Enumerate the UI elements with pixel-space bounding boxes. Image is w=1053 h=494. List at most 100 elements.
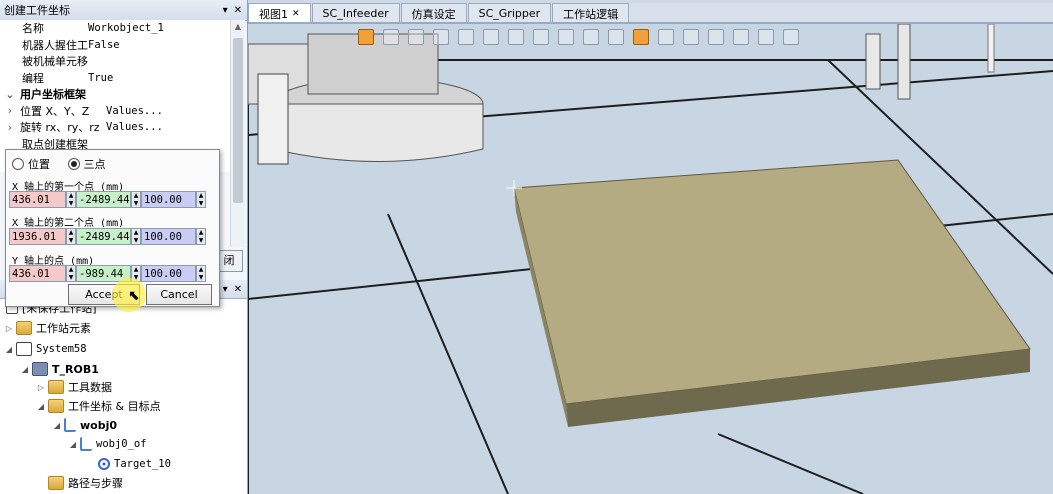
gripper-plate: [272, 103, 484, 162]
select-surface-icon[interactable]: [483, 29, 499, 45]
pin-icon[interactable]: ▾: [223, 5, 228, 16]
tab-3[interactable]: SC_Gripper: [467, 3, 552, 23]
collapse-arrow-icon[interactable]: ◢: [20, 365, 30, 374]
expand-icon[interactable]: ›: [0, 121, 20, 134]
measure-angle-icon[interactable]: [658, 29, 674, 45]
close-icon[interactable]: ✕: [234, 284, 242, 295]
p1-x-input[interactable]: 436.01: [9, 191, 66, 208]
select-group-icon[interactable]: [558, 29, 574, 45]
spin-icon[interactable]: ▲ ▼: [131, 191, 141, 208]
expand-icon[interactable]: ›: [0, 104, 20, 117]
folder-icon: [48, 380, 64, 394]
gripper-finger: [257, 73, 289, 165]
property-value[interactable]: Values...: [106, 121, 163, 133]
spin-icon[interactable]: ▲ ▼: [66, 228, 76, 245]
panel-title: 创建工件坐标: [4, 4, 70, 17]
collapse-arrow-icon[interactable]: ◢: [36, 402, 46, 411]
property-row[interactable]: 编程 True: [0, 70, 230, 87]
radio-icon[interactable]: [12, 158, 24, 170]
property-row[interactable]: ⌄ 用户坐标框架: [0, 86, 230, 103]
post: [897, 24, 911, 100]
line-icon[interactable]: [733, 29, 749, 45]
vertical-scrollbar[interactable]: ▲: [230, 20, 245, 247]
radio-position[interactable]: 位置: [12, 156, 50, 172]
tree-wobj0[interactable]: wobj0: [80, 419, 117, 432]
select-body-icon[interactable]: [508, 29, 524, 45]
tree-target[interactable]: Target_10: [114, 458, 171, 470]
scroll-thumb[interactable]: [233, 38, 243, 203]
radio-position-label: 位置: [28, 158, 50, 171]
p2-z-input[interactable]: 100.00: [141, 228, 196, 245]
spin-icon[interactable]: ▲ ▼: [196, 265, 206, 282]
pin-icon[interactable]: ▾: [223, 284, 228, 295]
property-value[interactable]: True: [88, 72, 113, 84]
collapse-arrow-icon[interactable]: ◢: [4, 345, 14, 354]
collapse-icon[interactable]: ⌄: [0, 88, 20, 101]
folder-icon: [16, 321, 32, 335]
radio-checked-icon[interactable]: [67, 158, 80, 170]
expand-arrow-icon[interactable]: ▷: [4, 324, 14, 333]
tab-0[interactable]: 视图1 ✕: [248, 3, 311, 23]
select-mechanism-icon[interactable]: [583, 29, 599, 45]
tree-system[interactable]: System58: [36, 343, 87, 355]
point3-row: 436.01 ▲ ▼ -989.44 ▲ ▼ 100.00 ▲ ▼: [9, 265, 206, 282]
tree-wobj0-of[interactable]: wobj0_of: [96, 438, 147, 450]
collapse-arrow-icon[interactable]: ◢: [52, 421, 62, 430]
workobject-icon: [64, 418, 76, 432]
property-row[interactable]: › 位置 X、Y、Z Values...: [0, 103, 230, 120]
collapse-arrow-icon[interactable]: ◢: [68, 440, 78, 449]
3d-viewport[interactable]: [248, 24, 1053, 494]
p2-x-input[interactable]: 1936.01: [9, 228, 66, 245]
cancel-button[interactable]: Cancel: [146, 284, 212, 305]
mouse-cursor-icon: ⬉: [128, 288, 140, 304]
snap-grid-icon[interactable]: [433, 29, 449, 45]
close-icon[interactable]: ✕: [234, 5, 242, 16]
spin-icon[interactable]: ▲ ▼: [66, 265, 76, 282]
label-x2: X 轴上的第二个点 (mm): [12, 218, 125, 229]
property-row[interactable]: › 旋转 rx、ry、rz Values...: [0, 119, 230, 136]
property-key: 机器人握住工件: [22, 38, 88, 52]
select-curve-icon[interactable]: [458, 29, 474, 45]
stop-icon[interactable]: [783, 29, 799, 45]
tab-2[interactable]: 仿真设定: [400, 3, 467, 23]
snap-edge-icon[interactable]: [408, 29, 424, 45]
spin-icon[interactable]: ▲ ▼: [66, 191, 76, 208]
p3-z-input[interactable]: 100.00: [141, 265, 196, 282]
expand-arrow-icon[interactable]: ▷: [36, 383, 46, 392]
tree-rob[interactable]: T_ROB1: [52, 363, 99, 376]
property-row[interactable]: 机器人握住工件False: [0, 37, 230, 54]
spin-icon[interactable]: ▲ ▼: [131, 228, 141, 245]
document-tabs: 视图1 ✕ SC_Infeeder 仿真设定 SC_Gripper 工作站逻辑: [248, 3, 1053, 23]
p1-z-input[interactable]: 100.00: [141, 191, 196, 208]
p2-y-input[interactable]: -2489.44: [76, 228, 131, 245]
spin-icon[interactable]: ▲ ▼: [196, 191, 206, 208]
tree-tooldata[interactable]: 工具数据: [68, 379, 112, 395]
property-row[interactable]: 名称 Workobject_1: [0, 20, 230, 37]
property-value[interactable]: Values...: [106, 105, 163, 117]
workobject-icon: [80, 437, 92, 451]
p1-y-input[interactable]: -2489.44: [76, 191, 131, 208]
select-target-icon[interactable]: [608, 29, 624, 45]
tab-close-icon[interactable]: ✕: [292, 9, 300, 19]
snap-object-icon[interactable]: [358, 29, 374, 45]
tab-4[interactable]: 工作站逻辑: [552, 3, 630, 23]
rotate-icon[interactable]: [758, 29, 774, 45]
radio-three-points[interactable]: 三点: [67, 156, 106, 172]
panel-titlebar: 创建工件坐标 ▾ ✕: [0, 0, 247, 21]
tree-workobjects[interactable]: 工件坐标 & 目标点: [68, 398, 161, 414]
measure-distance-icon[interactable]: [708, 29, 724, 45]
station-tree: [未保存工作站] ▷ 工作站元素 ◢ System58 ◢ T_ROB1 ▷ 工具数据 …: [0, 299, 247, 494]
property-value[interactable]: False: [88, 39, 120, 51]
spin-icon[interactable]: ▲ ▼: [196, 228, 206, 245]
measure-diameter-icon[interactable]: [683, 29, 699, 45]
tab-1[interactable]: SC_Infeeder: [311, 3, 400, 23]
scroll-up-icon[interactable]: ▲: [231, 20, 245, 34]
tree-paths[interactable]: 路径与步骤: [68, 475, 123, 491]
property-row[interactable]: 被机械单元移动: [0, 53, 230, 70]
snap-center-icon[interactable]: [383, 29, 399, 45]
select-part-icon[interactable]: [533, 29, 549, 45]
property-value[interactable]: Workobject_1: [88, 22, 164, 34]
measure-point-icon[interactable]: [633, 29, 649, 45]
tree-station-elements[interactable]: 工作站元素: [36, 320, 91, 336]
p3-x-input[interactable]: 436.01: [9, 265, 66, 282]
